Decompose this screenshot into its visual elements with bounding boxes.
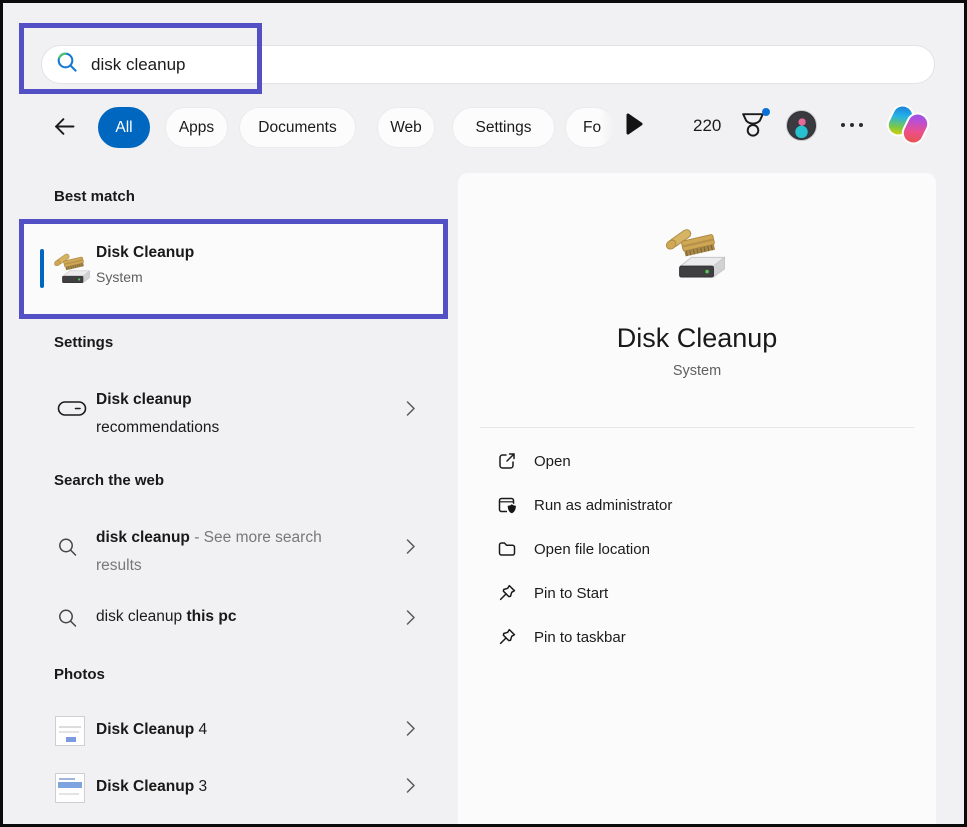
preview-panel: Disk Cleanup System Open: [458, 173, 936, 824]
settings-result-disk-cleanup-recommendations[interactable]: Disk cleanup recommendations: [24, 371, 443, 451]
windows-search-panel: disk cleanup All Apps Documents Web Sett…: [0, 0, 967, 827]
chevron-right-icon: [406, 610, 415, 631]
back-button[interactable]: [51, 113, 81, 141]
rewards-notification-dot: [762, 108, 770, 116]
photo-result-disk-cleanup-4[interactable]: Disk Cleanup 4: [24, 705, 443, 757]
photo-thumbnail: [55, 773, 85, 803]
photo-number: 3: [199, 778, 208, 795]
photo-title: Disk Cleanup: [96, 721, 194, 738]
tab-settings-label: Settings: [475, 119, 531, 137]
web-result-prefix: disk cleanup: [96, 608, 186, 625]
admin-shield-icon: [497, 495, 517, 515]
open-icon: [497, 451, 517, 471]
search-icon: [56, 51, 79, 79]
pin-icon: [497, 583, 517, 603]
photo-thumbnail: [55, 716, 85, 746]
settings-result-line2: recommendations: [96, 419, 219, 436]
pin-icon: [497, 627, 517, 647]
tab-apps[interactable]: Apps: [165, 107, 228, 148]
best-match-result-disk-cleanup[interactable]: Disk Cleanup System: [24, 224, 443, 314]
search-result-icon: [57, 537, 77, 562]
chevron-right-icon: [406, 539, 415, 560]
action-open-file-location[interactable]: Open file location: [458, 527, 936, 571]
selection-accent-bar: [40, 249, 44, 288]
section-heading-photos: Photos: [54, 666, 105, 683]
action-open-label: Open: [534, 453, 571, 470]
tab-apps-label: Apps: [179, 119, 214, 137]
preview-subtitle: System: [458, 363, 936, 379]
copilot-icon[interactable]: [887, 104, 929, 146]
section-heading-best-match: Best match: [54, 188, 135, 205]
disk-cleanup-icon-large: [655, 223, 739, 289]
settings-result-line1: Disk cleanup: [96, 391, 192, 408]
scroll-tabs-right-button[interactable]: [623, 111, 645, 142]
section-heading-search-the-web: Search the web: [54, 472, 164, 489]
result-title: Disk Cleanup: [96, 244, 194, 262]
action-pin-taskbar-label: Pin to taskbar: [534, 629, 626, 646]
web-result-see-more[interactable]: disk cleanup - See more search results: [24, 511, 443, 587]
chevron-right-icon: [406, 778, 415, 799]
more-options-icon[interactable]: [841, 123, 863, 127]
user-avatar[interactable]: [786, 110, 817, 141]
search-input[interactable]: disk cleanup: [41, 45, 935, 84]
action-run-admin-label: Run as administrator: [534, 497, 672, 514]
web-result-bold: this pc: [186, 608, 236, 625]
storage-drive-icon: [57, 399, 87, 424]
section-heading-settings: Settings: [54, 334, 113, 351]
search-result-icon: [57, 608, 77, 633]
tab-documents[interactable]: Documents: [239, 107, 356, 148]
action-open[interactable]: Open: [458, 439, 936, 483]
web-result-this-pc[interactable]: disk cleanup this pc: [24, 597, 443, 643]
tab-all[interactable]: All: [98, 107, 150, 148]
photo-title: Disk Cleanup: [96, 778, 194, 795]
action-pin-start-label: Pin to Start: [534, 585, 608, 602]
web-result-query: disk cleanup: [96, 529, 190, 546]
tab-settings[interactable]: Settings: [452, 107, 555, 148]
divider: [480, 427, 914, 428]
tab-web[interactable]: Web: [377, 107, 435, 148]
photo-result-disk-cleanup-3[interactable]: Disk Cleanup 3: [24, 762, 443, 814]
tab-all-label: All: [115, 119, 132, 137]
chevron-right-icon: [406, 721, 415, 742]
disk-cleanup-icon: [53, 250, 93, 290]
action-run-as-administrator[interactable]: Run as administrator: [458, 483, 936, 527]
rewards-points: 220: [693, 116, 721, 136]
action-pin-to-taskbar[interactable]: Pin to taskbar: [458, 615, 936, 659]
chevron-right-icon: [406, 401, 415, 422]
action-open-location-label: Open file location: [534, 541, 650, 558]
action-pin-to-start[interactable]: Pin to Start: [458, 571, 936, 615]
search-query-text: disk cleanup: [91, 55, 186, 75]
tab-scroll-fade: [599, 103, 619, 152]
tab-web-label: Web: [390, 119, 422, 137]
action-list: Open Run as administrator: [458, 439, 936, 659]
result-subtitle: System: [96, 269, 194, 285]
rewards-trophy-icon[interactable]: [739, 109, 769, 141]
tab-documents-label: Documents: [258, 119, 336, 137]
folder-icon: [497, 539, 517, 559]
preview-title: Disk Cleanup: [458, 323, 936, 354]
photo-number: 4: [199, 721, 208, 738]
